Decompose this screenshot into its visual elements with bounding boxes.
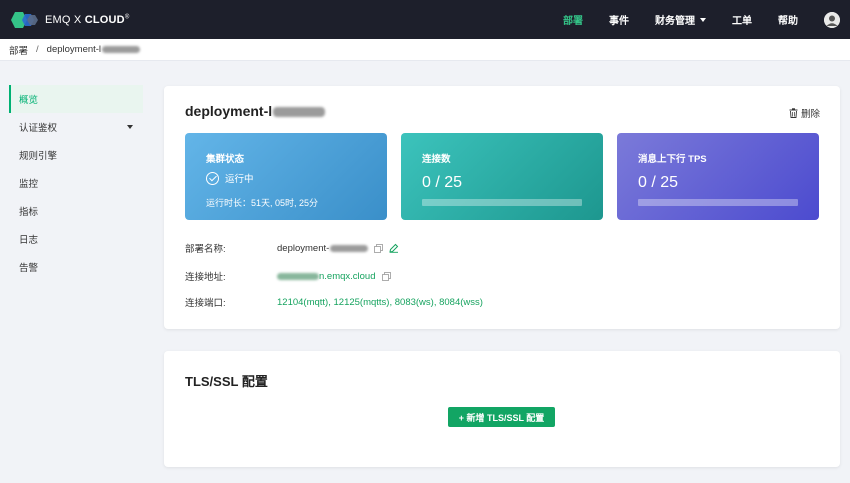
info-label: 连接地址:	[185, 272, 226, 283]
redacted-text	[273, 107, 326, 118]
trash-icon	[789, 108, 798, 118]
chevron-down-icon	[127, 125, 133, 129]
nav-item-finance[interactable]: 财务管理	[655, 12, 706, 27]
brand-name: EMQ X CLOUD®	[45, 13, 130, 26]
tps-card: 消息上下行 TPS 0 / 25	[617, 133, 819, 220]
brand-logo[interactable]: EMQ X CLOUD®	[9, 11, 129, 29]
breadcrumb-root[interactable]: 部署	[9, 43, 28, 57]
sidebar-item-overview[interactable]: 概览	[9, 85, 143, 113]
connections-value: 0 / 25	[422, 174, 463, 191]
deployment-overview-card: deployment-l 删除 集群状态 运行中 运行时长：51天, 05时, …	[164, 86, 840, 329]
chevron-down-icon	[700, 17, 706, 22]
top-navbar: EMQ X CLOUD® 部署 事件 财务管理 工单 帮助	[0, 0, 850, 39]
connections-card: 连接数 0 / 25	[401, 133, 603, 220]
stat-label: 连接数	[422, 154, 451, 165]
tls-section-title: TLS/SSL 配置	[185, 374, 268, 389]
user-avatar-icon	[824, 11, 840, 28]
breadcrumb: 部署 / deployment-l	[0, 39, 850, 61]
cluster-status-card: 集群状态 运行中 运行时长：51天, 05时, 25分	[185, 133, 387, 220]
tls-config-card: TLS/SSL 配置 + 新增 TLS/SSL 配置	[164, 351, 840, 467]
emqx-logo-icon	[11, 11, 38, 28]
redacted-text	[277, 272, 319, 280]
stat-label: 集群状态	[206, 154, 245, 165]
breadcrumb-current: deployment-l	[47, 44, 141, 55]
sidebar-item-metrics[interactable]: 指标	[9, 197, 143, 225]
sidebar-item-alerts[interactable]: 告警	[9, 253, 143, 281]
check-circle-icon	[206, 171, 219, 185]
nav-item-tickets[interactable]: 工单	[732, 12, 752, 27]
add-tls-config-button[interactable]: + 新增 TLS/SSL 配置	[448, 407, 555, 427]
connections-progress-bar	[422, 199, 582, 206]
connection-ports-value: 12104(mqtt), 12125(mqtts), 8083(ws), 808…	[277, 296, 483, 308]
main-nav: 部署 事件 财务管理 工单 帮助	[563, 0, 850, 39]
nav-item-help[interactable]: 帮助	[778, 12, 798, 27]
tps-value: 0 / 25	[638, 174, 679, 191]
info-row-address: 连接地址: n.emqx.cloud	[185, 269, 391, 283]
user-avatar[interactable]	[824, 11, 840, 28]
sidebar-item-monitoring[interactable]: 监控	[9, 169, 143, 197]
nav-item-events[interactable]: 事件	[609, 12, 629, 27]
info-row-ports: 连接端口: 12104(mqtt), 12125(mqtts), 8083(ws…	[185, 295, 483, 310]
redacted-text	[330, 244, 369, 252]
copy-icon[interactable]	[381, 271, 391, 281]
page-title: deployment-l	[185, 103, 326, 119]
copy-icon[interactable]	[374, 243, 384, 253]
sidebar-item-auth[interactable]: 认证鉴权	[9, 113, 143, 141]
uptime-text: 运行时长：51天, 05时, 25分	[206, 198, 319, 208]
status-badge: 运行中	[206, 171, 254, 185]
redacted-text	[102, 45, 141, 53]
info-label: 连接端口:	[185, 298, 226, 309]
edit-icon[interactable]	[389, 243, 399, 253]
tps-progress-bar	[638, 199, 798, 206]
connection-address-value[interactable]: n.emqx.cloud	[277, 271, 391, 282]
nav-item-deployments[interactable]: 部署	[563, 12, 583, 27]
deployment-name-value: deployment-	[277, 243, 399, 254]
breadcrumb-separator: /	[36, 44, 39, 55]
info-row-name: 部署名称: deployment-	[185, 241, 399, 255]
sidebar: 概览 认证鉴权 规则引擎 监控 指标 日志 告警	[9, 85, 143, 281]
delete-button[interactable]: 删除	[789, 106, 820, 120]
sidebar-item-rule-engine[interactable]: 规则引擎	[9, 141, 143, 169]
stat-label: 消息上下行 TPS	[638, 154, 707, 165]
sidebar-item-logs[interactable]: 日志	[9, 225, 143, 253]
info-label: 部署名称:	[185, 244, 226, 255]
